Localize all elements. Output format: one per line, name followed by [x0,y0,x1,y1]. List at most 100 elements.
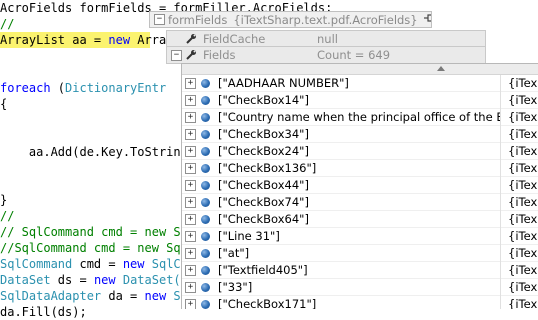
field-icon [201,113,210,122]
code-token: SqlDataAdapter [0,289,102,303]
wrench-icon [186,50,196,60]
column-divider [500,262,501,279]
list-item[interactable]: + ["Line 31"] {iTex [182,228,538,245]
code-token: new [93,273,116,287]
code-token: new [108,33,131,47]
expand-icon[interactable]: + [185,163,196,174]
item-type: {iTex [508,178,538,192]
item-type: {iTex [508,280,538,294]
code-token: new [144,289,167,303]
datatip-variable-name: formFields [168,12,228,27]
list-item[interactable]: + ["Textfield405"] {iTex [182,262,538,279]
datatip-member-fields[interactable]: − Fields Count = 649 [166,47,486,64]
code-token: foreach [0,81,51,95]
list-item[interactable]: + ["Country name when the principal offic… [182,109,538,126]
code-token: // SqlCommand cmd = new Sql [0,225,196,239]
item-type: {iTex [508,93,538,107]
list-item[interactable]: + ["CheckBox34"] {iTex [182,126,538,143]
field-icon [201,249,210,258]
column-divider [500,126,501,143]
column-divider [500,228,501,245]
item-key: ["CheckBox136"] [218,161,317,175]
expand-icon[interactable]: + [185,95,196,106]
code-token: Arra [130,33,167,47]
item-key: ["at"] [218,246,250,260]
list-item[interactable]: + ["CheckBox14"] {iTex [182,92,538,109]
item-type: {iTex [508,229,538,243]
field-icon [201,266,210,275]
code-token: ArrayList [0,33,66,47]
expand-icon[interactable]: + [185,282,196,293]
expand-icon[interactable]: + [185,78,196,89]
wrench-icon [186,33,196,44]
datatip-header[interactable]: − formFields {iTextSharp.text.pdf.AcroFi… [149,11,432,28]
expand-icon[interactable]: + [185,112,196,123]
item-type: {iTex [508,297,538,309]
column-divider [500,211,501,228]
expand-icon[interactable]: + [185,197,196,208]
item-key: ["AADHAAR NUMBER"] [218,76,349,90]
column-divider [500,75,501,92]
column-divider [500,143,501,160]
field-icon [201,79,210,88]
collapse-icon[interactable]: − [171,49,182,61]
item-key: ["CheckBox24"] [218,144,309,158]
list-item[interactable]: + ["CheckBox64"] {iTex [182,211,538,228]
datatip-member-fieldcache[interactable]: FieldCache null [166,30,486,47]
list-item[interactable]: + ["CheckBox24"] {iTex [182,143,538,160]
item-type: {iTex [508,263,538,277]
column-divider [500,160,501,177]
fields-list-popup[interactable]: + ["AADHAAR NUMBER"] {iTex + ["CheckBox14"] {… [181,63,538,309]
column-divider [500,177,501,194]
expand-icon[interactable]: + [185,180,196,191]
expand-icon[interactable]: + [185,265,196,276]
item-key: ["CheckBox34"] [218,127,309,141]
expand-icon[interactable]: + [185,299,196,309]
item-type: {iTex [508,212,538,226]
list-item[interactable]: + ["at"] {iTex [182,245,538,262]
field-icon [201,215,210,224]
item-type: {iTex [508,76,538,90]
field-icon [201,164,210,173]
item-type: {iTex [508,127,538,141]
member-name: Fields [203,48,236,62]
item-type: {iTex [508,144,538,158]
member-value: null [317,31,338,46]
list-item[interactable]: + ["33"] {iTex [182,279,538,296]
list-item[interactable]: + ["CheckBox171"] {iTex [182,296,538,309]
expand-icon[interactable]: + [185,231,196,242]
field-icon [201,130,210,139]
column-divider [500,245,501,262]
expand-icon[interactable]: + [185,214,196,225]
code-token: ( [50,81,66,95]
item-key: ["CheckBox74"] [218,195,309,209]
code-token: aa.Add(de.Key.ToStrin [0,145,181,159]
field-icon [201,181,210,190]
code-token: // [0,17,15,31]
code-token: //SqlCommand cmd = new Sql [0,241,188,255]
list-item[interactable]: + ["CheckBox44"] {iTex [182,177,538,194]
field-icon [201,147,210,156]
column-divider [500,194,501,211]
code-token: DictionaryEntr [65,81,167,95]
code-token: DataSet( [115,273,181,287]
list-item[interactable]: + ["CheckBox136"] {iTex [182,160,538,177]
item-key: ["CheckBox171"] [218,297,317,309]
item-type: {iTex [508,246,538,260]
column-divider [500,109,501,126]
field-icon [201,300,210,309]
column-divider [500,296,501,309]
list-item[interactable]: + ["CheckBox74"] {iTex [182,194,538,211]
expand-icon[interactable]: + [185,129,196,140]
code-token: cmd = [72,257,123,271]
scroll-up-button[interactable] [182,64,538,75]
code-token: da = [101,289,145,303]
expand-icon[interactable]: + [185,248,196,259]
member-name: FieldCache [203,31,266,46]
field-icon [201,96,210,105]
list-item[interactable]: + ["AADHAAR NUMBER"] {iTex [182,75,538,92]
code-token: SqlCommand [0,257,73,271]
collapse-icon[interactable]: − [154,14,165,25]
pin-icon[interactable] [423,13,431,26]
expand-icon[interactable]: + [185,146,196,157]
